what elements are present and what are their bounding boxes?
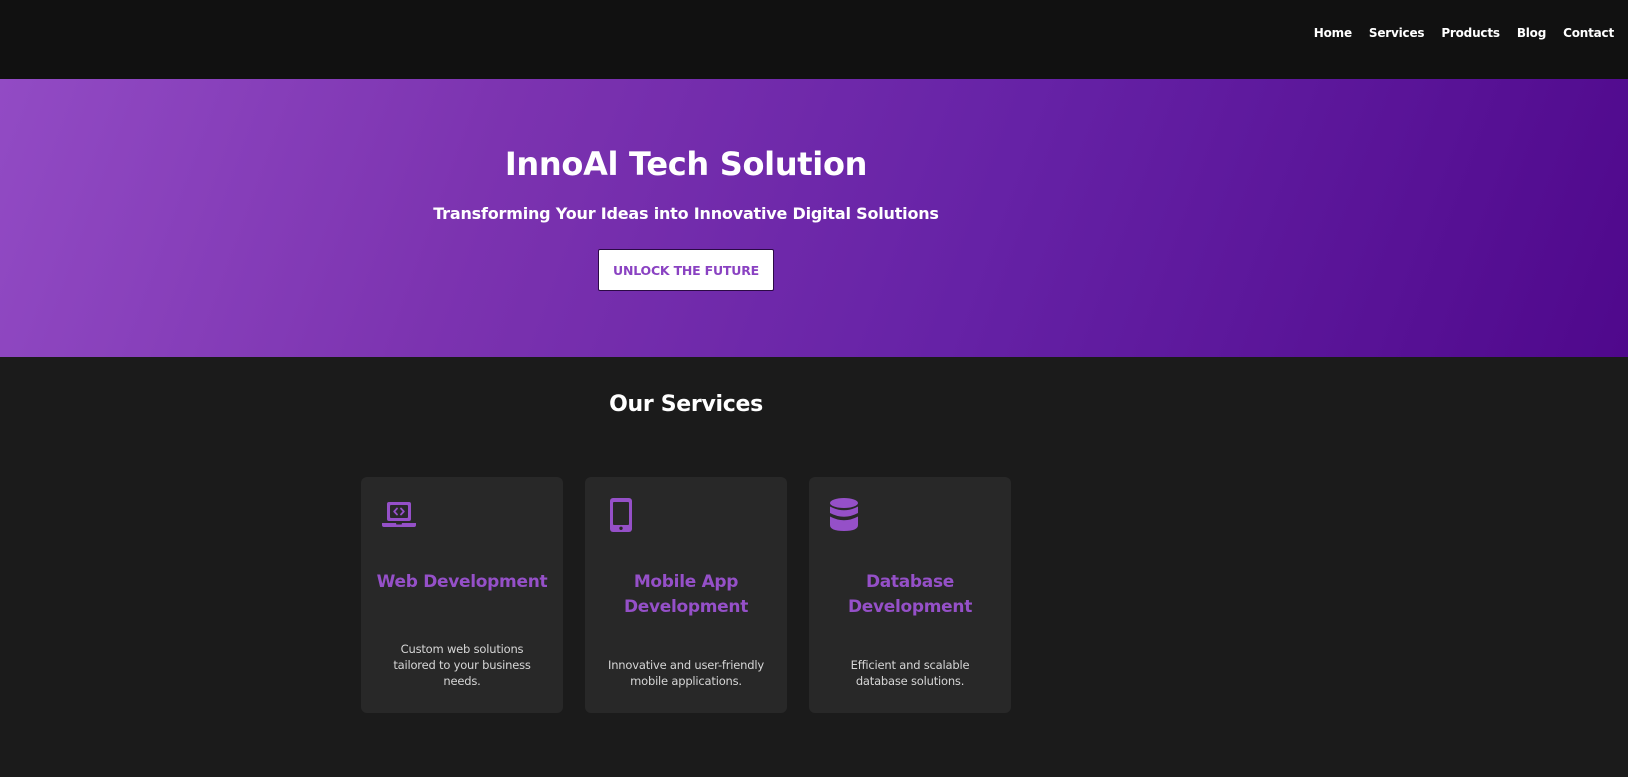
laptop-code-icon: [382, 502, 416, 527]
card-title: Mobile App Development: [623, 572, 749, 617]
hero-banner: InnoAl Tech Solution Transforming Your I…: [0, 79, 1628, 357]
card-title: Web Development: [376, 572, 548, 592]
service-card-mobile-app-development: Mobile App Development Innovative and us…: [585, 477, 787, 713]
nav-blog-link[interactable]: Blog: [1517, 26, 1546, 40]
hero-title: InnoAl Tech Solution: [504, 145, 868, 183]
mobile-phone-icon: [610, 498, 632, 532]
card-title: Database Development: [847, 572, 973, 617]
services-heading: Our Services: [609, 392, 763, 417]
database-icon: [830, 498, 858, 531]
service-card-database-development: Database Development Efficient and scala…: [809, 477, 1011, 713]
nav-home-link[interactable]: Home: [1314, 26, 1352, 40]
nav-contact-link[interactable]: Contact: [1563, 26, 1614, 40]
card-description: Efficient and scalable database solution…: [850, 658, 970, 688]
service-card-web-development: Web Development Custom web solutions tai…: [361, 477, 563, 713]
main-nav: Home Services Products Blog Contact: [1314, 26, 1614, 40]
nav-services-link[interactable]: Services: [1369, 26, 1425, 40]
hero-subtitle: Transforming Your Ideas into Innovative …: [433, 204, 939, 223]
card-description: Custom web solutions tailored to your bu…: [393, 642, 531, 688]
card-description: Innovative and user-friendly mobile appl…: [608, 658, 764, 688]
nav-products-link[interactable]: Products: [1441, 26, 1500, 40]
unlock-future-button[interactable]: UNLOCK THE FUTURE: [598, 249, 774, 291]
top-navbar: Home Services Products Blog Contact: [0, 0, 1628, 79]
